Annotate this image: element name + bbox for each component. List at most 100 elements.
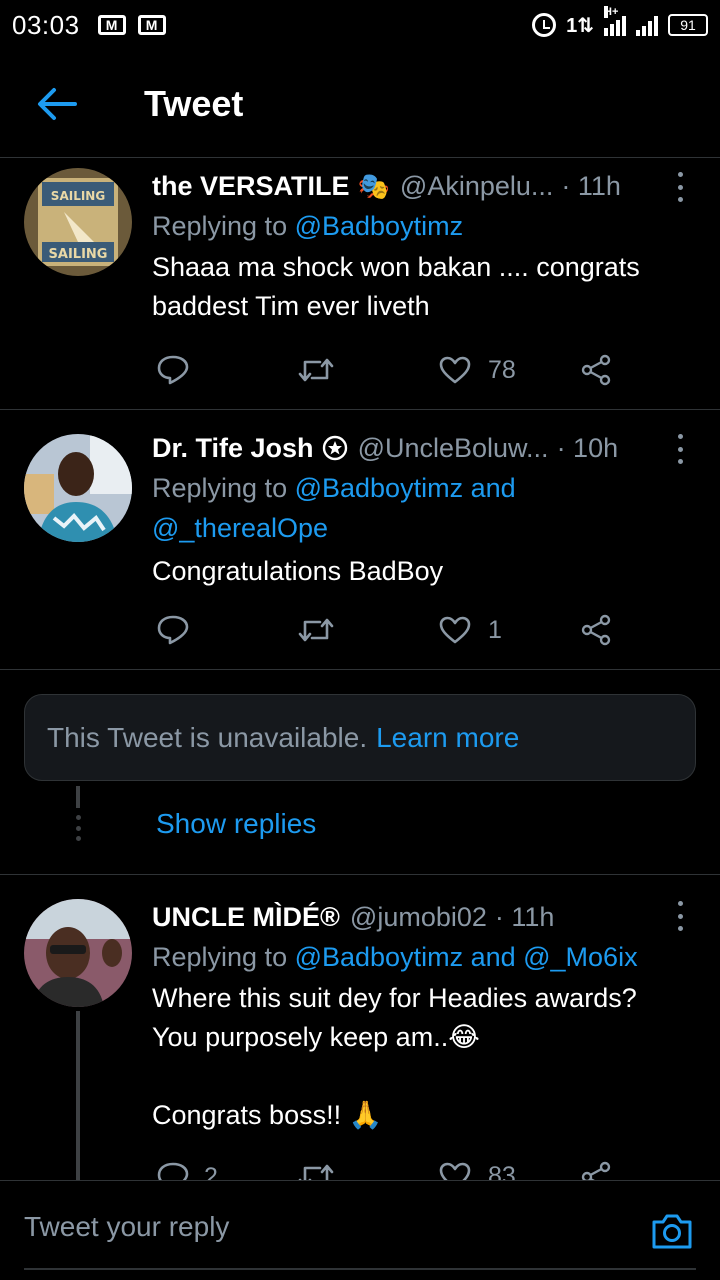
more-options-icon[interactable] bbox=[668, 434, 692, 464]
tweet-timestamp: · 10h bbox=[556, 432, 619, 463]
share-icon bbox=[581, 614, 611, 646]
reply-icon bbox=[157, 1162, 189, 1180]
tweet-timestamp: · 11h bbox=[494, 901, 555, 932]
author-handle[interactable]: @Akinpelu... bbox=[400, 171, 553, 202]
share-button[interactable] bbox=[580, 614, 612, 646]
page-title: Tweet bbox=[144, 82, 244, 124]
more-options-icon[interactable] bbox=[668, 172, 692, 202]
replying-to-label: Replying to bbox=[152, 473, 295, 503]
heart-icon bbox=[439, 356, 471, 384]
author-name[interactable]: Dr. Tife Josh bbox=[152, 433, 314, 464]
reply-button[interactable]: 2 bbox=[156, 1161, 218, 1180]
author-name[interactable]: the VERSATILE bbox=[152, 171, 350, 202]
replying-to-label: Replying to bbox=[152, 942, 295, 972]
status-bar: 03:03 M M 1⇅ H+ 91 bbox=[0, 0, 720, 50]
like-button[interactable]: 78 bbox=[438, 355, 516, 385]
tweet-text: Shaaa ma shock won bakan .... congrats b… bbox=[152, 252, 648, 321]
share-icon bbox=[581, 1161, 611, 1180]
share-icon bbox=[581, 354, 611, 386]
like-count: 1 bbox=[488, 615, 502, 644]
back-button[interactable] bbox=[22, 69, 92, 139]
replying-to: Replying to @Badboytimz and bbox=[152, 468, 700, 508]
replying-to-link[interactable]: @Badboytimz and bbox=[295, 473, 516, 503]
network-type-label: H+ bbox=[604, 6, 619, 18]
replying-to: Replying to @Badboytimz and @_Mo6ix bbox=[152, 937, 700, 977]
retweet-button[interactable] bbox=[298, 355, 334, 385]
reply-button[interactable] bbox=[156, 614, 190, 646]
avatar-image bbox=[24, 899, 132, 1007]
tweet-actions: 1 bbox=[152, 608, 632, 652]
heart-icon bbox=[439, 616, 471, 644]
like-button[interactable]: 1 bbox=[438, 615, 502, 645]
reply-count: 2 bbox=[204, 1162, 218, 1181]
author-emoji: 🎭 bbox=[357, 170, 390, 201]
thread-line bbox=[76, 1011, 80, 1180]
author-handle[interactable]: @UncleBoluw... bbox=[358, 433, 549, 464]
camera-button[interactable] bbox=[650, 1211, 694, 1251]
tweet-card[interactable]: UNCLE MÌDÉ® @jumobi02 · 11h Replying to … bbox=[0, 875, 720, 1180]
replying-to-label: Replying to bbox=[152, 211, 295, 241]
like-count: 78 bbox=[488, 355, 516, 384]
alarm-icon bbox=[532, 13, 557, 37]
replying-to-link[interactable]: @Badboytimz and @_Mo6ix bbox=[295, 942, 638, 972]
thread-dots-icon bbox=[76, 815, 81, 841]
tweet-timestamp: · 11h bbox=[561, 170, 621, 201]
retweet-icon bbox=[298, 358, 334, 382]
data-transfer-icon: 1⇅ bbox=[566, 14, 594, 37]
retweet-button[interactable] bbox=[298, 1161, 334, 1180]
reply-icon bbox=[157, 355, 189, 385]
tweet-actions: 78 bbox=[152, 348, 632, 392]
reply-button[interactable] bbox=[156, 354, 190, 386]
svg-text:SAILING: SAILING bbox=[49, 247, 108, 262]
gmail-icon: M bbox=[97, 15, 126, 35]
retweet-button[interactable] bbox=[298, 615, 334, 645]
input-underline bbox=[24, 1268, 696, 1270]
more-options-icon[interactable] bbox=[668, 901, 692, 931]
tweet-card[interactable]: SAILING SAILING the VERSATILE 🎭 @Akinpel… bbox=[0, 160, 720, 410]
like-button[interactable]: 83 bbox=[438, 1161, 516, 1180]
unavailable-message: This Tweet is unavailable. bbox=[47, 721, 368, 753]
heart-icon bbox=[439, 1162, 471, 1180]
signal-strength-icon: H+ bbox=[604, 6, 626, 36]
top-app-bar: Tweet bbox=[0, 50, 720, 158]
gmail-icon: M bbox=[137, 15, 166, 35]
share-button[interactable] bbox=[580, 1161, 612, 1180]
reply-input[interactable]: Tweet your reply bbox=[24, 1211, 229, 1243]
learn-more-link[interactable]: Learn more bbox=[376, 722, 519, 754]
tweet-header: Dr. Tife Josh @UncleBoluw... · 10h bbox=[152, 428, 700, 468]
replying-to: Replying to @Badboytimz bbox=[152, 206, 700, 246]
tweet-body: Dr. Tife Josh @UncleBoluw... · 10h Reply… bbox=[152, 428, 700, 591]
tweet-text: Congratulations BadBoy bbox=[152, 556, 444, 586]
reply-icon bbox=[157, 615, 189, 645]
battery-icon: 91 bbox=[668, 14, 708, 36]
signal-strength-icon bbox=[636, 14, 658, 36]
tweet-body: UNCLE MÌDÉ® @jumobi02 · 11h Replying to … bbox=[152, 897, 700, 1135]
show-replies-link[interactable]: Show replies bbox=[156, 808, 316, 840]
like-count: 83 bbox=[488, 1161, 516, 1181]
reply-composer: Tweet your reply bbox=[0, 1180, 720, 1280]
share-button[interactable] bbox=[580, 354, 612, 386]
tweet-header: the VERSATILE 🎭 @Akinpelu... · 11h bbox=[152, 166, 700, 206]
author-name[interactable]: UNCLE MÌDÉ® bbox=[152, 902, 340, 933]
avatar-image bbox=[24, 434, 132, 542]
thread-line bbox=[76, 786, 80, 808]
unavailable-tweet-notice: This Tweet is unavailable. Learn more bbox=[24, 694, 696, 781]
notification-icons: M M bbox=[97, 15, 166, 35]
replying-to-continued: @_therealOpe bbox=[152, 508, 700, 548]
replying-to-link[interactable]: @Badboytimz bbox=[295, 211, 463, 241]
avatar-image: SAILING SAILING bbox=[24, 168, 132, 276]
status-right-icons: 1⇅ H+ 91 bbox=[532, 6, 708, 38]
avatar[interactable] bbox=[24, 434, 132, 542]
camera-icon bbox=[652, 1214, 692, 1249]
author-handle[interactable]: @jumobi02 bbox=[350, 902, 487, 933]
avatar[interactable] bbox=[24, 899, 132, 1007]
retweet-icon bbox=[298, 618, 334, 642]
tweet-card[interactable]: Dr. Tife Josh @UncleBoluw... · 10h Reply… bbox=[0, 410, 720, 670]
replying-to-link[interactable]: @_therealOpe bbox=[152, 513, 328, 543]
avatar[interactable]: SAILING SAILING bbox=[24, 168, 132, 276]
tweet-header: UNCLE MÌDÉ® @jumobi02 · 11h bbox=[152, 897, 700, 937]
retweet-icon bbox=[298, 1164, 334, 1180]
status-time: 03:03 bbox=[12, 9, 80, 40]
verified-badge-icon bbox=[322, 435, 347, 461]
arrow-left-icon bbox=[38, 87, 77, 120]
